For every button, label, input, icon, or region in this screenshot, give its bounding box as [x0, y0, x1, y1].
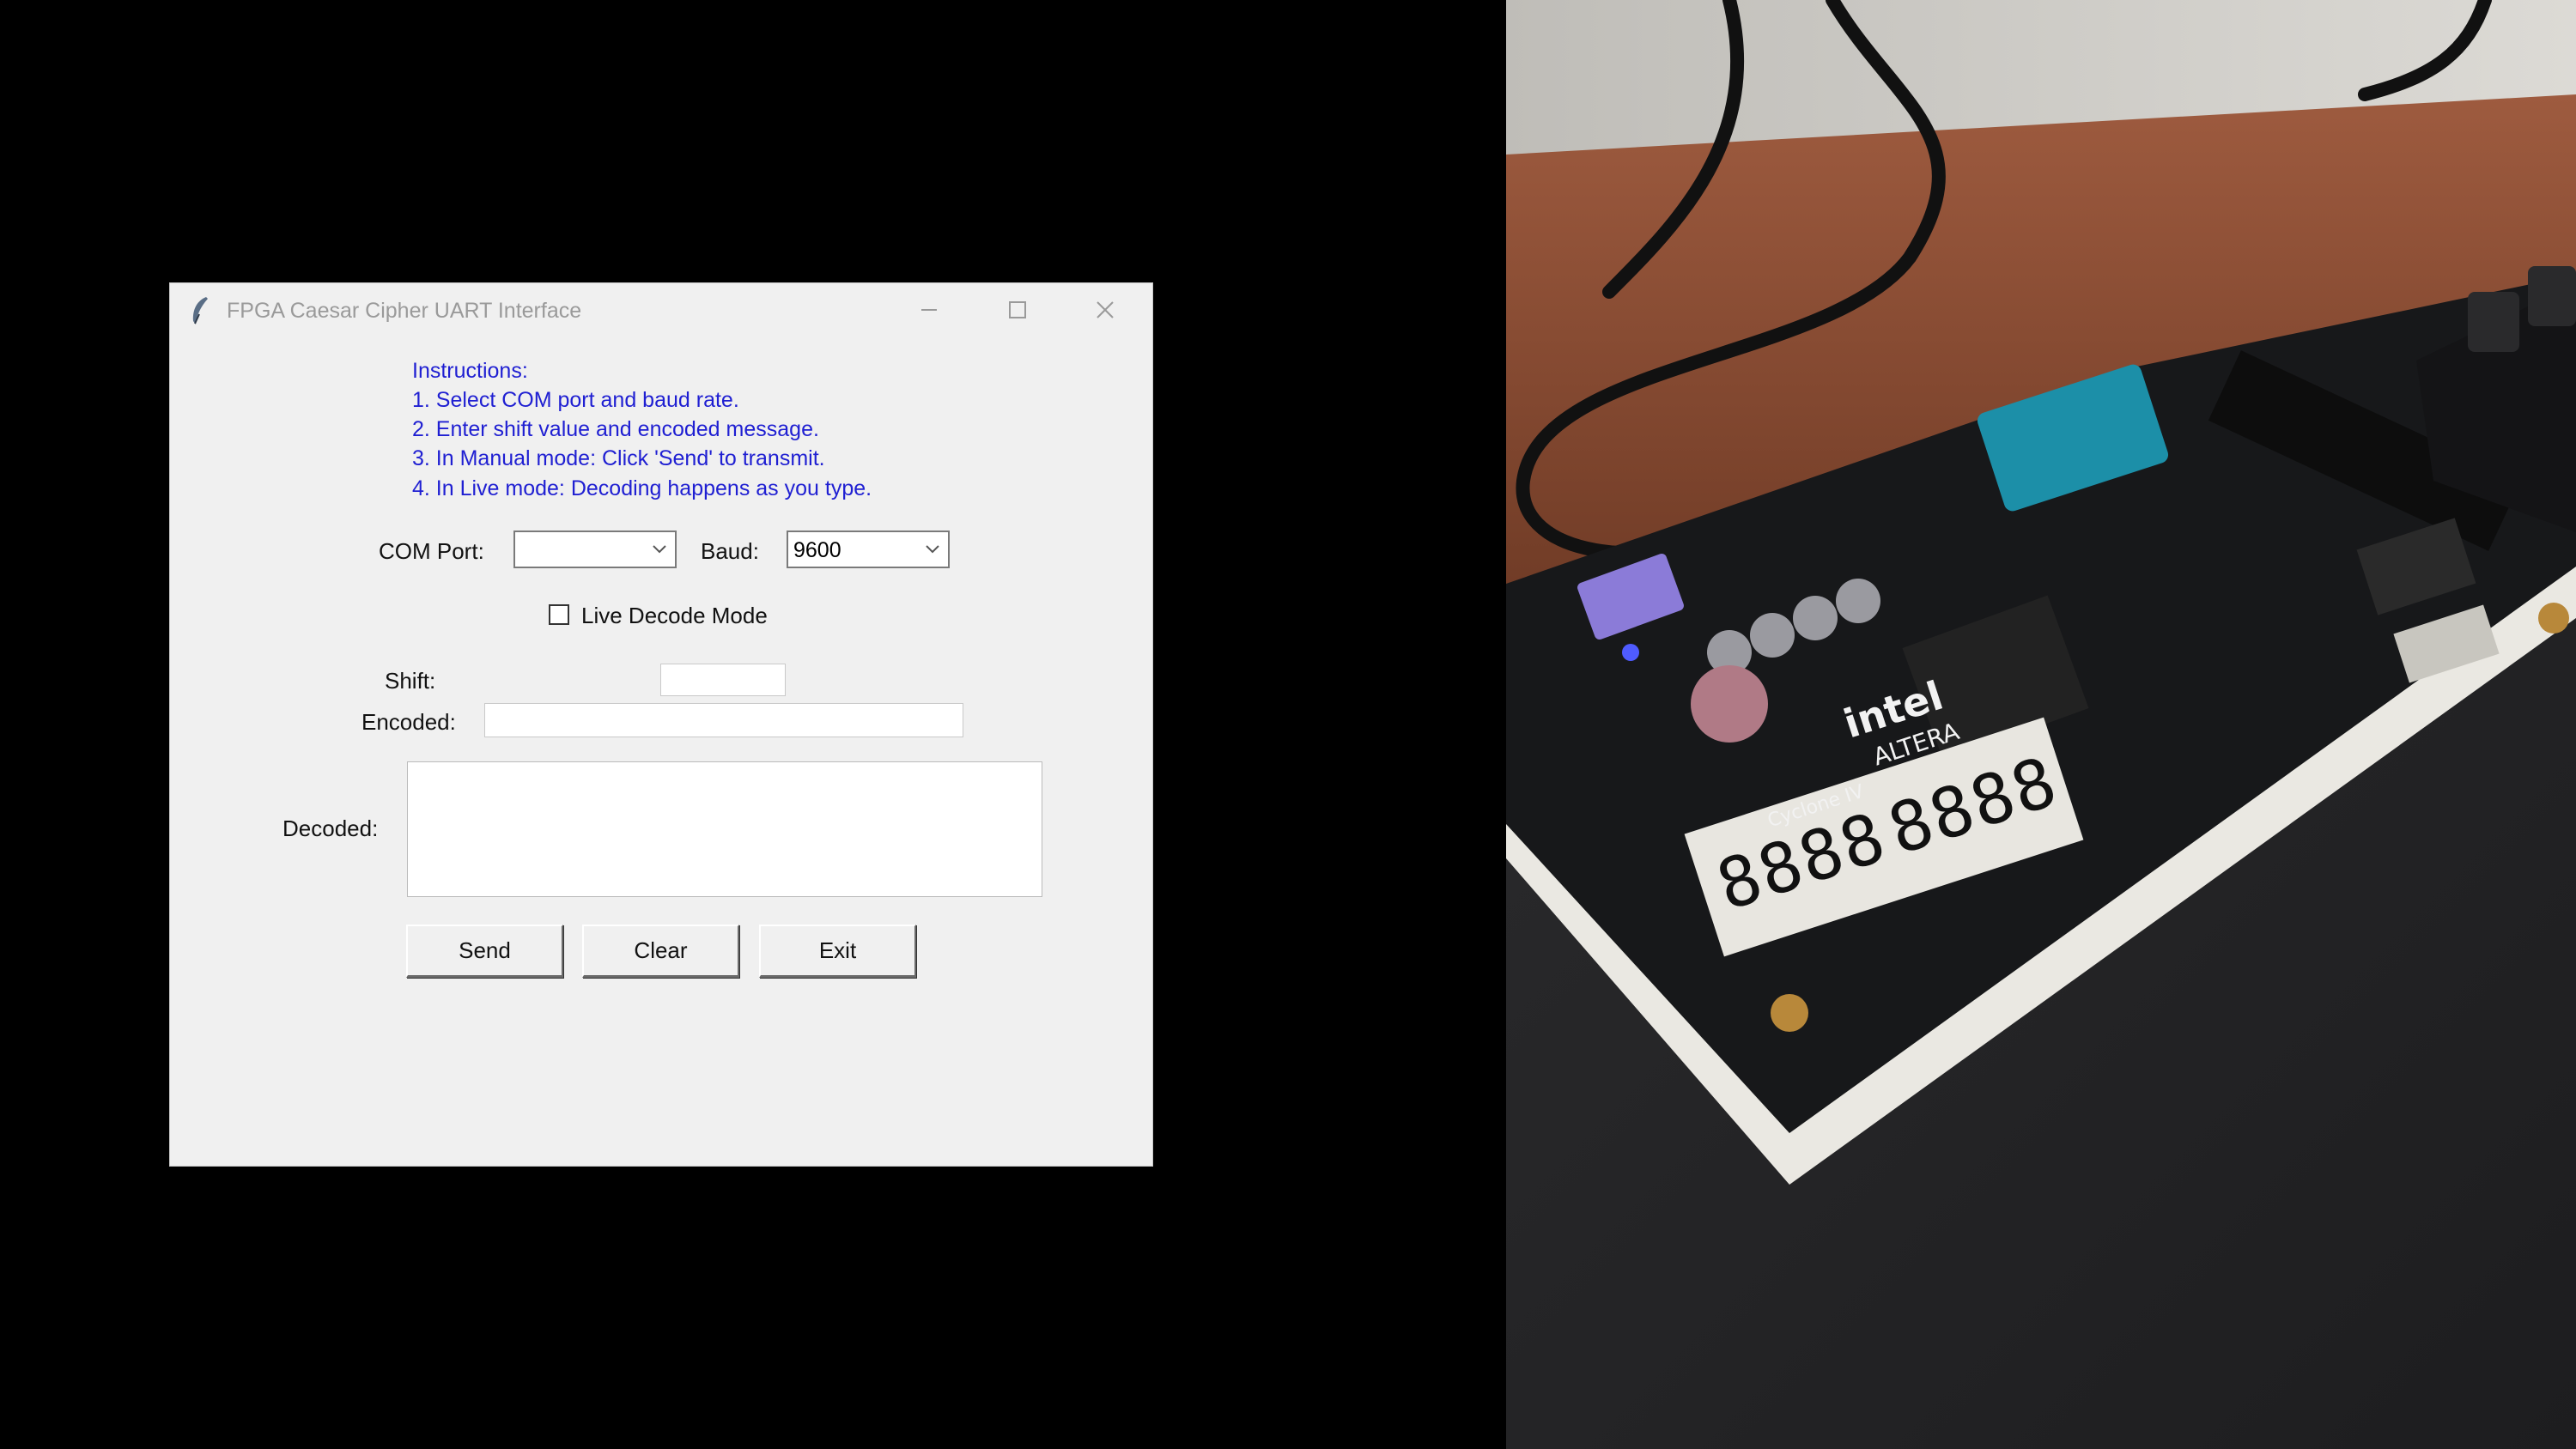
instruction-line-2: 2. Enter shift value and encoded message… [412, 417, 819, 441]
shift-input[interactable] [660, 664, 786, 696]
chevron-down-icon [926, 545, 939, 554]
baud-label: Baud: [701, 538, 759, 564]
chevron-down-icon [653, 545, 666, 554]
encoded-input[interactable] [484, 703, 963, 737]
live-mode-label: Live Decode Mode [581, 603, 768, 628]
shift-label: Shift: [385, 668, 436, 694]
exit-button[interactable]: Exit [759, 925, 916, 978]
live-mode-checkbox[interactable] [549, 604, 569, 625]
app-window: FPGA Caesar Cipher UART Interface Instru… [169, 282, 1153, 1167]
instructions-heading: Instructions: [412, 359, 528, 383]
baud-select[interactable]: 9600 [787, 530, 950, 568]
maximize-icon[interactable] [993, 292, 1042, 328]
coin-battery [1691, 665, 1768, 743]
instruction-line-1: 1. Select COM port and baud rate. [412, 388, 739, 412]
decoded-label: Decoded: [283, 815, 379, 841]
standoff-screw [2538, 603, 2569, 634]
encoded-label: Encoded: [361, 709, 456, 735]
com-port-label: COM Port: [379, 538, 484, 564]
instruction-line-4: 4. In Live mode: Decoding happens as you… [412, 476, 872, 500]
feather-icon [192, 297, 208, 324]
standoff-screw [1771, 994, 1808, 1032]
instruction-line-3: 3. In Manual mode: Click 'Send' to trans… [412, 446, 825, 470]
fpga-board-photo: 8 8 8 8 8 8 8 8 intel ALTERA Cyclone IV [1506, 0, 2576, 1449]
decoded-textarea[interactable] [407, 761, 1042, 897]
title-bar[interactable]: FPGA Caesar Cipher UART Interface [170, 283, 1152, 336]
com-port-select[interactable] [513, 530, 677, 568]
window-title: FPGA Caesar Cipher UART Interface [227, 299, 582, 323]
led-blue [1622, 644, 1639, 661]
capacitor [1750, 613, 1795, 658]
close-icon[interactable] [1080, 292, 1130, 328]
capacitor [1836, 579, 1880, 623]
minimize-icon[interactable] [904, 292, 954, 328]
baud-value: 9600 [793, 538, 841, 562]
send-button[interactable]: Send [406, 925, 563, 978]
capacitor [1793, 596, 1838, 640]
clear-button[interactable]: Clear [582, 925, 739, 978]
